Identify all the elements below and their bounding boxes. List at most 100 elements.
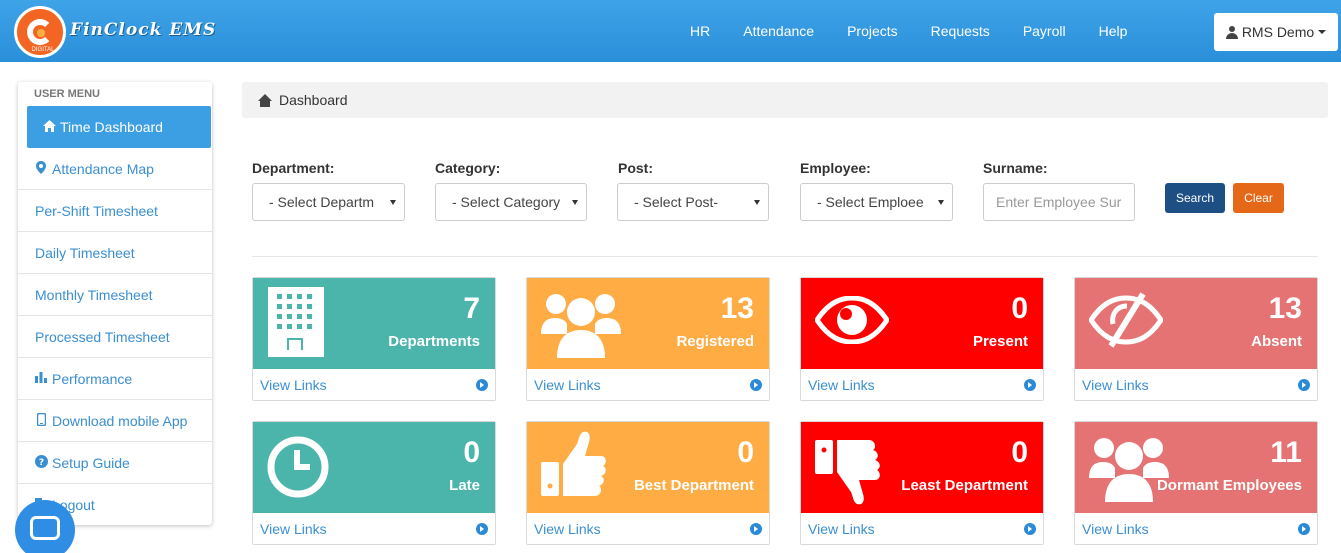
sidebar-item-label: Time Dashboard: [60, 119, 163, 135]
sidebar-item-label: Per-Shift Timesheet: [35, 202, 158, 219]
sidebar-item-processed-timesheet[interactable]: Processed Timesheet: [18, 316, 212, 358]
card-value: 0: [463, 436, 480, 469]
arrow-circle-right-icon: [1024, 523, 1036, 535]
chat-widget-button[interactable]: [15, 500, 75, 553]
nav-link-attendance[interactable]: Attendance: [743, 23, 814, 39]
home-icon: [258, 93, 272, 107]
department-label: Department:: [252, 160, 335, 176]
sidebar-item-per-shift-timesheet[interactable]: Per-Shift Timesheet: [18, 190, 212, 232]
card-dormant-employees: 11 Dormant Employees View Links: [1074, 421, 1318, 545]
card-header: 13 Absent: [1075, 278, 1317, 369]
users-icon: [541, 286, 621, 363]
card-label: Present: [972, 333, 1028, 350]
view-links-link[interactable]: View Links: [527, 370, 769, 400]
nav-links: HR Attendance Projects Requests Payroll …: [690, 0, 1160, 62]
view-links-link[interactable]: View Links: [1075, 514, 1317, 544]
sidebar-item-label: Download mobile App: [52, 412, 188, 429]
card-absent: 13 Absent View Links: [1074, 277, 1318, 401]
users-icon: [1089, 430, 1169, 507]
sidebar-item-performance[interactable]: Performance: [18, 358, 212, 400]
category-label: Category:: [435, 160, 501, 176]
nav-link-requests[interactable]: Requests: [931, 23, 990, 39]
card-header: 0 Least Department: [801, 422, 1043, 513]
svg-text:?: ?: [39, 458, 44, 468]
user-menu-button[interactable]: RMS Demo: [1214, 13, 1338, 51]
arrow-circle-right-icon: [750, 523, 762, 535]
view-links-text: View Links: [808, 377, 875, 393]
arrow-circle-right-icon: [1024, 379, 1036, 391]
nav-link-projects[interactable]: Projects: [847, 23, 898, 39]
card-value: 0: [1011, 292, 1028, 325]
divider: [252, 256, 1318, 257]
dropdown-arrow-icon: [572, 200, 578, 205]
thumbs-up-icon: [541, 428, 607, 505]
dropdown-arrow-icon: [938, 200, 944, 205]
view-links-text: View Links: [1082, 377, 1149, 393]
card-label: Departments: [388, 333, 480, 350]
sidebar-item-daily-timesheet[interactable]: Daily Timesheet: [18, 232, 212, 274]
thumbs-down-icon: [815, 436, 881, 513]
view-links-link[interactable]: View Links: [801, 370, 1043, 400]
nav-link-hr[interactable]: HR: [690, 23, 710, 39]
breadcrumb: Dashboard: [242, 82, 1328, 118]
view-links-link[interactable]: View Links: [1075, 370, 1317, 400]
logo-icon[interactable]: DIGITAL: [14, 6, 66, 58]
clear-button[interactable]: Clear: [1233, 183, 1284, 213]
card-present: 0 Present View Links: [800, 277, 1044, 401]
card-label: Absent: [1251, 333, 1302, 350]
view-links-link[interactable]: View Links: [801, 514, 1043, 544]
view-links-text: View Links: [260, 377, 327, 393]
view-links-link[interactable]: View Links: [253, 370, 495, 400]
card-header: 11 Dormant Employees: [1075, 422, 1317, 513]
post-label: Post:: [618, 160, 653, 176]
dropdown-arrow-icon: [754, 200, 760, 205]
sidebar-item-monthly-timesheet[interactable]: Monthly Timesheet: [18, 274, 212, 316]
card-departments: 7 Departments View Links: [252, 277, 496, 401]
search-button[interactable]: Search: [1165, 183, 1225, 213]
post-select[interactable]: - Select Post-: [617, 183, 769, 221]
clock-icon: [267, 430, 329, 509]
card-best-department: 0 Best Department View Links: [526, 421, 770, 545]
employee-label: Employee:: [800, 160, 871, 176]
card-header: 0 Late: [253, 422, 495, 513]
card-value: 0: [737, 436, 754, 469]
employee-select[interactable]: - Select Emploee: [800, 183, 953, 221]
card-label: Dormant Employees: [1156, 477, 1302, 494]
card-header: 13 Registered: [527, 278, 769, 369]
mobile-icon: [35, 412, 47, 429]
view-links-text: View Links: [534, 377, 601, 393]
category-select[interactable]: - Select Category: [435, 183, 587, 221]
department-select[interactable]: - Select Departm: [252, 183, 405, 221]
sidebar-item-label: Processed Timesheet: [35, 328, 170, 345]
department-select-value: - Select Departm: [269, 194, 375, 210]
card-value: 0: [1011, 436, 1028, 469]
sidebar-item-time-dashboard[interactable]: Time Dashboard: [27, 106, 211, 148]
arrow-circle-right-icon: [476, 379, 488, 391]
nav-link-help[interactable]: Help: [1099, 23, 1128, 39]
surname-input[interactable]: [983, 183, 1135, 221]
view-links-link[interactable]: View Links: [527, 514, 769, 544]
sidebar: USER MENU Time Dashboard Attendance Map …: [18, 82, 212, 525]
view-links-text: View Links: [260, 521, 327, 537]
sidebar-item-setup-guide[interactable]: ? Setup Guide: [18, 442, 212, 484]
arrow-circle-right-icon: [476, 523, 488, 535]
logo-subtext: DIGITAL: [31, 47, 55, 53]
card-value: 13: [1268, 292, 1302, 325]
arrow-circle-right-icon: [1298, 523, 1310, 535]
sidebar-item-download-mobile-app[interactable]: Download mobile App: [18, 400, 212, 442]
card-label: Best Department: [633, 477, 754, 494]
view-links-text: View Links: [808, 521, 875, 537]
chat-bubble-icon: [30, 516, 60, 540]
sidebar-title: USER MENU: [34, 88, 101, 100]
view-links-link[interactable]: View Links: [253, 514, 495, 544]
sidebar-item-label: Attendance Map: [52, 160, 154, 177]
card-header: 0 Present: [801, 278, 1043, 369]
nav-link-payroll[interactable]: Payroll: [1023, 23, 1066, 39]
sidebar-item-attendance-map[interactable]: Attendance Map: [18, 148, 212, 190]
dropdown-arrow-icon: [390, 200, 396, 205]
home-icon: [43, 119, 56, 135]
sidebar-item-label: Setup Guide: [52, 454, 130, 471]
card-least-department: 0 Least Department View Links: [800, 421, 1044, 545]
brand-name[interactable]: FinClock EMS: [70, 20, 216, 40]
card-header: 0 Best Department: [527, 422, 769, 513]
